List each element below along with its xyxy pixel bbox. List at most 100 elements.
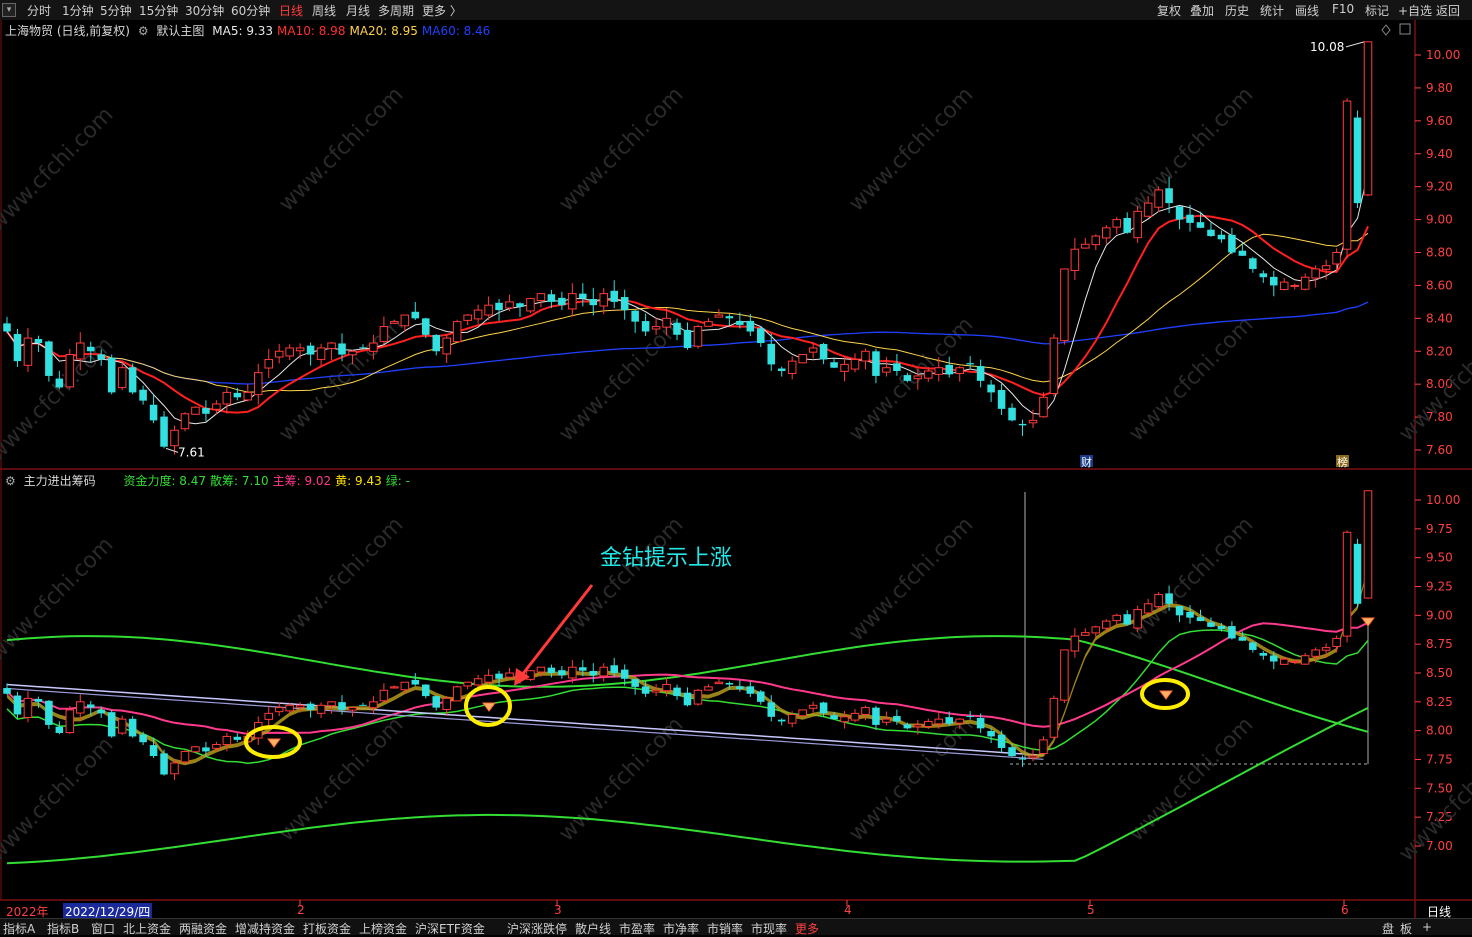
sub-candle-body <box>966 715 974 717</box>
candle-body <box>495 302 503 311</box>
candle-body <box>1091 235 1101 246</box>
indicator-tab[interactable]: 打板资金 <box>303 920 351 937</box>
bottom-right-button[interactable]: 盘 <box>1382 920 1394 937</box>
sub-candle-body <box>149 745 158 757</box>
sub-candle-body <box>1112 614 1122 622</box>
sub-candle-body <box>787 714 797 724</box>
sub-candle-body <box>1332 637 1341 647</box>
kline-chart: 7.607.808.008.208.408.608.809.009.209.40… <box>0 20 1472 918</box>
candle-body <box>180 413 190 430</box>
candle-body <box>924 370 933 379</box>
indicator-tab[interactable]: 增减持资金 <box>235 920 295 937</box>
sub-candle-body <box>359 704 367 706</box>
candle-body <box>1279 281 1289 290</box>
sub-candle-body <box>662 684 671 692</box>
sub-candle-body <box>1290 660 1299 663</box>
candle-body <box>599 293 609 307</box>
sub-candle-body <box>3 688 11 694</box>
sub-candle-body <box>1081 632 1090 636</box>
indicator-tab[interactable]: 指标B <box>47 920 79 937</box>
y-tick-label: 9.20 <box>1426 180 1453 194</box>
indicator-tab[interactable]: 指标A <box>3 920 35 937</box>
candle-body <box>746 320 755 332</box>
sub-candle-body <box>1217 625 1226 630</box>
sub-candle-body <box>1270 655 1278 662</box>
candle-body <box>1070 248 1080 271</box>
sub-candle-body <box>191 746 200 753</box>
candle-body <box>945 364 953 375</box>
candle-body <box>338 343 346 355</box>
candle-body <box>610 290 618 302</box>
ma-legend-item: MA60: 8.46 <box>421 24 491 38</box>
sub-candle-body <box>264 712 273 720</box>
sub-candle-body <box>45 700 53 725</box>
candle-body <box>1165 188 1173 204</box>
annotation-text: 金钻提示上涨 <box>600 546 732 571</box>
indicator-tab[interactable]: 市销率 <box>707 920 743 937</box>
candle-body <box>589 298 598 306</box>
y-tick-label: 8.20 <box>1426 344 1453 358</box>
sub-candle-body <box>1039 739 1048 755</box>
sub-legend-item: 主筹: 9.02 <box>272 474 332 488</box>
indicator-tab[interactable]: 沪深ETF资金 <box>415 920 485 937</box>
sub-candle-body <box>651 689 661 693</box>
gear-icon[interactable]: ⚙ <box>5 474 16 488</box>
candle-body <box>777 368 786 371</box>
sub-candle-body <box>274 707 284 713</box>
indicator-tab[interactable]: 沪深涨跌停 <box>507 920 567 937</box>
sub-candle-body <box>348 707 357 711</box>
candle-body <box>128 367 137 393</box>
indicator-name[interactable]: 默认主图 <box>156 24 204 38</box>
candle-body <box>212 403 221 410</box>
indicator-tab[interactable]: 北上资金 <box>123 920 171 937</box>
candle-body <box>1332 252 1341 265</box>
candle-body <box>966 363 974 365</box>
sub-candle-body <box>882 718 891 723</box>
candle-body <box>662 317 671 328</box>
gear-icon[interactable]: ⚙ <box>138 24 149 38</box>
candle-body <box>787 360 797 374</box>
stock-title[interactable]: 上海物贸 (日线,前复权) <box>5 24 130 38</box>
sub-candle-body <box>547 667 556 673</box>
candle-body <box>1249 258 1257 269</box>
indicator-tab[interactable]: 市现率 <box>751 920 787 937</box>
indicator-tab[interactable]: 市净率 <box>663 920 699 937</box>
candle-body <box>316 347 326 360</box>
indicator-tab[interactable]: 上榜资金 <box>359 920 407 937</box>
indicator-tab[interactable]: 窗口 <box>91 920 115 937</box>
candle-body <box>202 408 210 414</box>
candle-body <box>107 357 116 393</box>
ma-legend-item: MA20: 8.95 <box>349 24 418 38</box>
candle-body <box>579 293 587 299</box>
month-tick: 2 <box>297 903 305 917</box>
candle-body <box>149 404 158 421</box>
candle-body <box>34 338 43 344</box>
sub-candle-body <box>432 696 441 708</box>
sub-candle-body <box>316 704 326 714</box>
ma-legend-item: MA5: 9.33 <box>212 24 274 38</box>
candle-body <box>714 314 724 318</box>
candle-body <box>243 391 253 401</box>
sub-candle-body <box>725 682 734 685</box>
indicator-tab[interactable]: 散户线 <box>575 920 611 937</box>
indicator-tab[interactable]: 更多 <box>795 920 819 937</box>
sub-candle-body <box>411 679 420 685</box>
sub-candle-body <box>117 718 127 734</box>
ma-legend-item: MA10: 8.98 <box>277 24 346 38</box>
sub-candle-body <box>945 717 953 724</box>
candle-body <box>484 304 493 316</box>
sub-candle-body <box>1238 637 1247 641</box>
candle-body <box>526 298 535 312</box>
candle-body <box>536 293 546 302</box>
sub-candle-body <box>1049 697 1059 738</box>
sub-indicator-name[interactable]: 主力进出筹码 <box>24 474 96 488</box>
bottom-right-button[interactable]: 板 <box>1400 920 1412 937</box>
candle-body <box>452 321 462 343</box>
indicator-tab[interactable]: 两融资金 <box>179 920 227 937</box>
bottom-right-button[interactable]: + <box>1422 920 1432 934</box>
event-label: 榜 <box>1337 455 1348 469</box>
indicator-tab[interactable]: 市盈率 <box>619 920 655 937</box>
sub-candle-body <box>610 665 618 673</box>
sub-candle-body <box>777 719 786 722</box>
candle-body <box>673 322 681 335</box>
